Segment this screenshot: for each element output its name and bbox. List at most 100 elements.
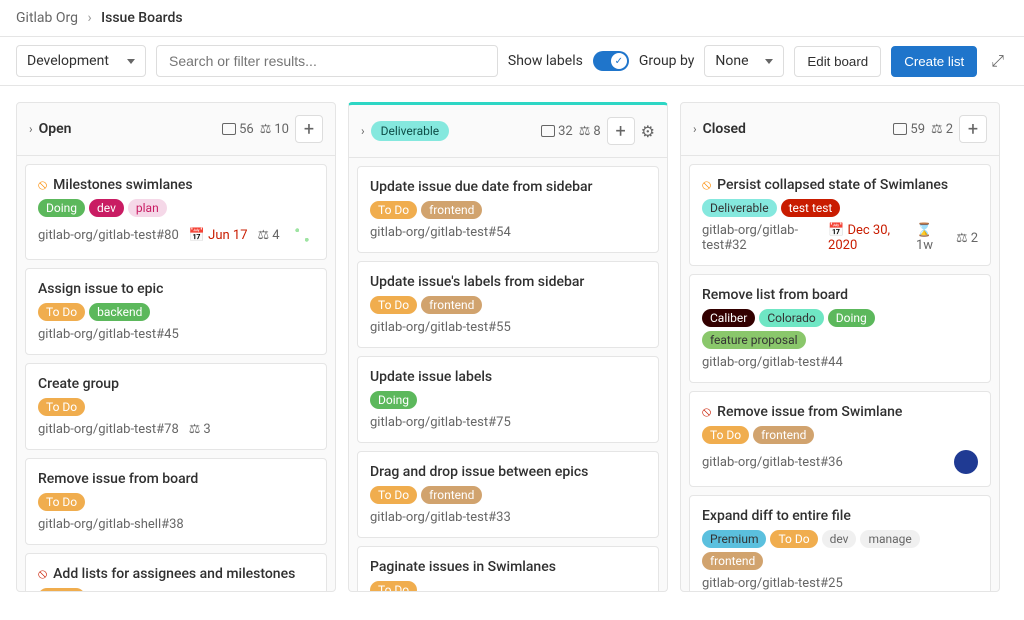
breadcrumb-current: Issue Boards <box>101 10 182 26</box>
issue-reference[interactable]: gitlab-org/gitlab-test#80 <box>38 228 179 243</box>
issue-reference[interactable]: gitlab-org/gitlab-test#36 <box>702 455 843 470</box>
label-dev[interactable]: dev <box>822 530 857 548</box>
labels: PremiumTo Do devmanage frontend <box>702 530 978 570</box>
card-meta: gitlab-org/gitlab-test#33 <box>370 510 646 525</box>
label-to-do[interactable]: To Do <box>38 588 85 591</box>
label-to-do[interactable]: To Do <box>370 486 417 504</box>
issue-card[interactable]: Update issue's labels from sidebarTo Dof… <box>357 261 659 348</box>
add-issue-button[interactable]: + <box>959 115 987 143</box>
label-deliverable[interactable]: Deliverable <box>702 199 777 217</box>
label-frontend[interactable]: frontend <box>421 296 482 314</box>
gear-icon[interactable]: ⚙ <box>641 122 655 141</box>
issue-card[interactable]: ⦸Add lists for assignees and milestonesT… <box>25 553 327 591</box>
issue-reference[interactable]: gitlab-org/gitlab-test#78 <box>38 422 179 437</box>
labels: CaliberColorado Doing feature proposal <box>702 309 978 349</box>
card-title: Remove issue from board <box>38 471 314 487</box>
assignee-avatar[interactable] <box>290 223 314 247</box>
card-meta: gitlab-org/gitlab-test#44 <box>702 355 978 370</box>
chevron-right-icon[interactable]: › <box>693 122 697 136</box>
labels: To Dobackend <box>38 303 314 321</box>
issue-count: 56 <box>222 122 254 137</box>
card-meta: gitlab-org/gitlab-test#54 <box>370 225 646 240</box>
weight-icon <box>579 124 591 139</box>
issue-card[interactable]: Paginate issues in SwimlanesTo Dogitlab-… <box>357 546 659 591</box>
group-by-value: None <box>715 53 748 69</box>
label-to-do[interactable]: To Do <box>702 426 749 444</box>
label-doing[interactable]: Doing <box>370 391 417 409</box>
label-caliber[interactable]: Caliber <box>702 309 755 327</box>
issue-reference[interactable]: gitlab-org/gitlab-test#55 <box>370 320 511 335</box>
board-columns: ›Open 56 10+⦸Milestones swimlanesDoingde… <box>0 86 1024 608</box>
issue-card[interactable]: ⦸Remove issue from SwimlaneTo Dofrontend… <box>689 391 991 487</box>
label-dev[interactable]: dev <box>89 199 124 217</box>
label-to-do[interactable]: To Do <box>38 303 85 321</box>
label-frontend[interactable]: frontend <box>702 552 763 570</box>
issue-card[interactable]: Remove list from boardCaliberColoradoDoi… <box>689 274 991 383</box>
label-backend[interactable]: backend <box>89 303 150 321</box>
label-frontend[interactable]: frontend <box>753 426 814 444</box>
labels: To Dofrontend <box>702 426 978 444</box>
add-issue-button[interactable]: + <box>295 115 323 143</box>
card-icon <box>222 123 236 135</box>
assignee-avatar[interactable] <box>954 450 978 474</box>
labels: Deliverabletest test <box>702 199 978 217</box>
group-by-text: Group by <box>639 53 695 69</box>
label-feature-proposal[interactable]: feature proposal <box>702 331 806 349</box>
issue-card[interactable]: Expand diff to entire filePremiumTo Dode… <box>689 495 991 591</box>
issue-card[interactable]: Remove issue from board To Do gitlab-org/g… <box>25 458 327 545</box>
label-test-test[interactable]: test test <box>781 199 841 217</box>
issue-card[interactable]: Drag and drop issue between epicsTo Dofr… <box>357 451 659 538</box>
label-to-do[interactable]: To Do <box>38 398 85 416</box>
label-to-do[interactable]: To Do <box>370 201 417 219</box>
board-select-label: Development <box>27 53 109 69</box>
due-date: 📅 Jun 17 <box>189 228 248 243</box>
issue-reference[interactable]: gitlab-org/gitlab-test#25 <box>702 576 843 591</box>
chevron-right-icon[interactable]: › <box>361 124 365 138</box>
label-to-do[interactable]: To Do <box>370 581 417 591</box>
label-colorado[interactable]: Colorado <box>759 309 823 327</box>
fullscreen-icon[interactable]: ⤢ <box>987 47 1008 75</box>
issue-reference[interactable]: gitlab-org/gitlab-test#54 <box>370 225 511 240</box>
label-manage[interactable]: manage <box>860 530 919 548</box>
issue-card[interactable]: Update issue due date from sidebarTo Dof… <box>357 166 659 253</box>
label-premium[interactable]: Premium <box>702 530 766 548</box>
label-plan[interactable]: plan <box>128 199 167 217</box>
card-meta: gitlab-org/gitlab-test#36 <box>702 450 978 474</box>
issue-reference[interactable]: gitlab-org/gitlab-test#75 <box>370 415 511 430</box>
show-labels-toggle[interactable]: ✓ <box>593 51 629 71</box>
label-to-do[interactable]: To Do <box>370 296 417 314</box>
label-frontend[interactable]: frontend <box>421 486 482 504</box>
issue-reference[interactable]: gitlab-org/gitlab-test#44 <box>702 355 843 370</box>
issue-reference[interactable]: gitlab-org/gitlab-test#32 <box>702 223 818 253</box>
confidential-icon: ⦸ <box>38 177 47 193</box>
issue-card[interactable]: Create groupTo Dogitlab-org/gitlab-test#… <box>25 363 327 450</box>
issue-card[interactable]: ⦸Milestones swimlanes Doingdevplan gitlab-… <box>25 164 327 260</box>
labels: To Do <box>38 588 314 591</box>
issue-reference[interactable]: gitlab-org/gitlab-test#33 <box>370 510 511 525</box>
issue-reference[interactable]: gitlab-org/gitlab-shell#38 <box>38 517 184 532</box>
label-to-do[interactable]: To Do <box>770 530 817 548</box>
labels: Doingdevplan <box>38 199 314 217</box>
board-select[interactable]: Development <box>16 45 146 77</box>
labels: To Dofrontend <box>370 296 646 314</box>
breadcrumb-parent[interactable]: Gitlab Org <box>16 10 78 26</box>
chevron-down-icon <box>127 59 135 64</box>
label-doing[interactable]: Doing <box>828 309 875 327</box>
card-weight: 2 <box>956 231 978 246</box>
issue-card[interactable]: Update issue labels Doing gitlab-org/gitla… <box>357 356 659 443</box>
chevron-right-icon[interactable]: › <box>29 122 33 136</box>
edit-board-button[interactable]: Edit board <box>794 46 881 77</box>
add-issue-button[interactable]: + <box>607 117 635 145</box>
group-by-select[interactable]: None <box>704 45 784 77</box>
label-to-do[interactable]: To Do <box>38 493 85 511</box>
search-input[interactable] <box>156 45 498 77</box>
label-frontend[interactable]: frontend <box>421 201 482 219</box>
chevron-down-icon <box>765 59 773 64</box>
issue-card[interactable]: ⦸Persist collapsed state of SwimlanesDel… <box>689 164 991 266</box>
card-title: ⦸Milestones swimlanes <box>38 177 314 193</box>
issue-reference[interactable]: gitlab-org/gitlab-test#45 <box>38 327 179 342</box>
create-list-button[interactable]: Create list <box>891 46 977 77</box>
issue-card[interactable]: Assign issue to epicTo Dobackendgitlab-o… <box>25 268 327 355</box>
label-doing[interactable]: Doing <box>38 199 85 217</box>
card-title: Update issue labels <box>370 369 646 385</box>
